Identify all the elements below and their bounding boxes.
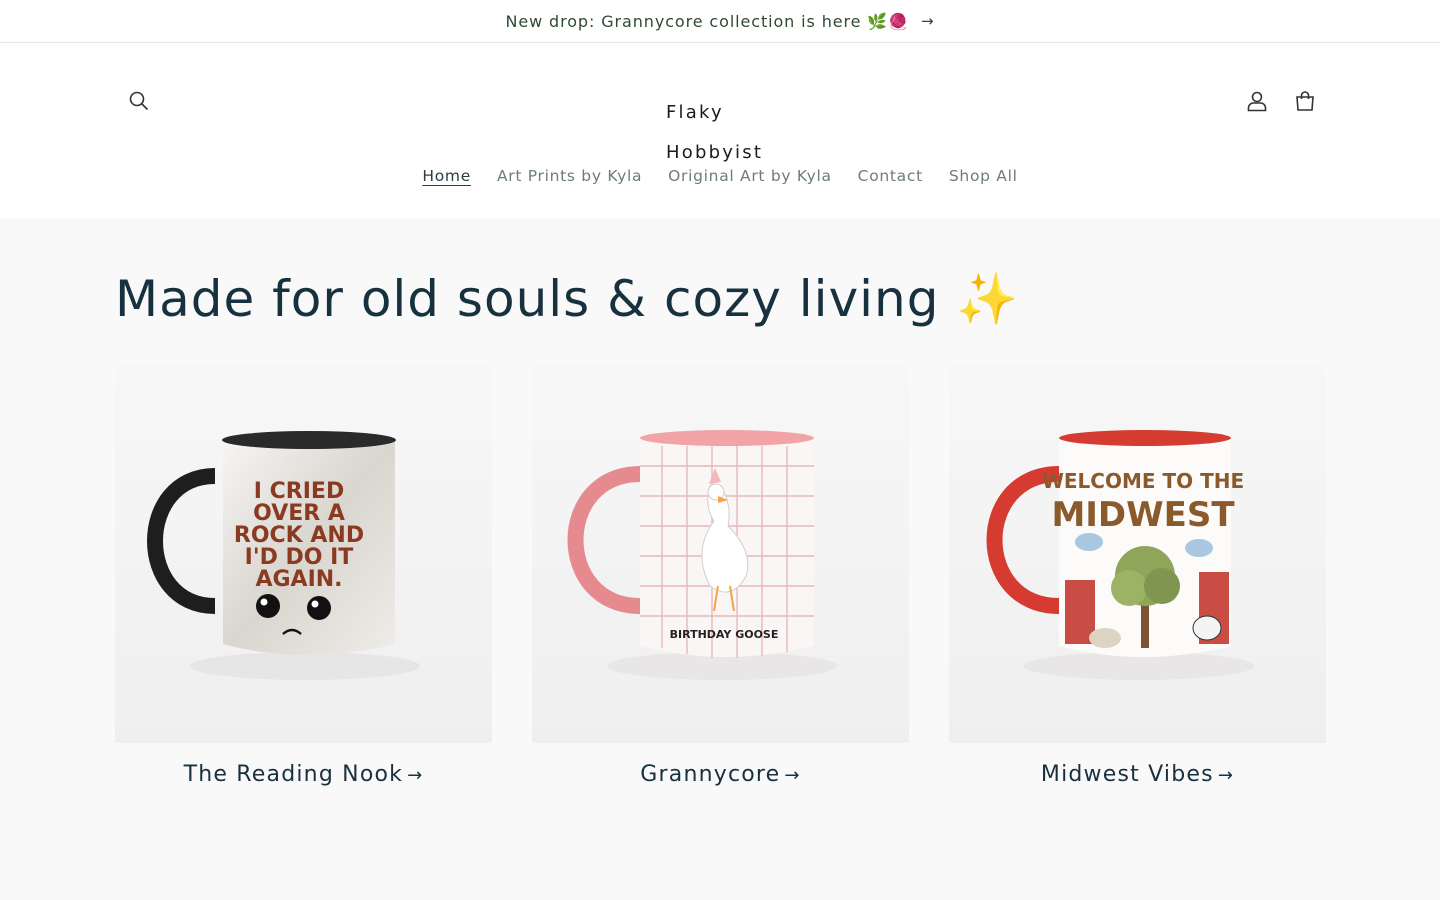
logo-line-1: Flaky (666, 102, 724, 123)
arrow-right-icon: → (921, 12, 935, 30)
collection-card-grannycore[interactable]: BIRTHDAY GOOSE Grannycore → (532, 366, 909, 787)
collection-image: BIRTHDAY GOOSE (532, 366, 909, 743)
collection-image: I CRIED OVER A ROCK AND I'D DO IT AGAIN. (115, 366, 492, 743)
collection-list-section: Made for old souls & cozy living ✨ I CRI… (0, 218, 1440, 900)
account-button[interactable] (1235, 79, 1279, 123)
collection-title[interactable]: Grannycore → (532, 762, 909, 787)
nav-home[interactable]: Home (409, 161, 484, 191)
nav-contact[interactable]: Contact (845, 161, 936, 191)
collection-title[interactable]: Midwest Vibes → (949, 762, 1326, 787)
collection-card-midwest-vibes[interactable]: WELCOME TO THE MIDWEST Midwest Vibes → (949, 366, 1326, 787)
collection-title-text: The Reading Nook (183, 762, 404, 787)
collection-grid: I CRIED OVER A ROCK AND I'D DO IT AGAIN.… (115, 366, 1326, 787)
collection-card-reading-nook[interactable]: I CRIED OVER A ROCK AND I'D DO IT AGAIN.… (115, 366, 492, 787)
search-icon (129, 91, 149, 111)
mug-text-line: AGAIN. (255, 567, 342, 592)
arrow-right-icon: → (407, 765, 424, 786)
cart-icon (1296, 91, 1314, 111)
collection-image: WELCOME TO THE MIDWEST (949, 366, 1326, 743)
collection-title[interactable]: The Reading Nook → (115, 762, 492, 787)
nav-art-prints[interactable]: Art Prints by Kyla (484, 161, 655, 191)
mug-image-rock: I CRIED OVER A ROCK AND I'D DO IT AGAIN. (147, 431, 420, 680)
announcement-link[interactable]: New drop: Grannycore collection is here … (505, 12, 934, 31)
arrow-right-icon: → (1217, 765, 1235, 786)
mug-image-goose: BIRTHDAY GOOSE (567, 430, 837, 680)
mug-text-line: BIRTHDAY GOOSE (670, 628, 779, 641)
announcement-text: New drop: Grannycore collection is here … (505, 11, 910, 31)
section-heading: Made for old souls & cozy living ✨ (115, 270, 1020, 328)
logo-line-2: Hobbyist (666, 142, 764, 163)
cart-button[interactable] (1283, 79, 1327, 123)
mug-text-line: WELCOME TO THE (1042, 469, 1244, 493)
mug-image-midwest: WELCOME TO THE MIDWEST (986, 430, 1254, 680)
site-header: Flaky Hobbyist Home Art Prints by Kyla O… (0, 43, 1440, 218)
nav-original-art[interactable]: Original Art by Kyla (655, 161, 845, 191)
nav-shop-all[interactable]: Shop All (936, 161, 1031, 191)
announcement-bar: New drop: Grannycore collection is here … (0, 0, 1440, 43)
arrow-right-icon: → (784, 765, 801, 786)
collection-title-text: Grannycore (640, 762, 781, 787)
account-icon (1247, 91, 1267, 112)
main-nav: Home Art Prints by Kyla Original Art by … (0, 161, 1440, 191)
mug-text-line: MIDWEST (1051, 495, 1235, 535)
collection-title-text: Midwest Vibes (1040, 762, 1214, 787)
search-button[interactable] (117, 79, 161, 123)
